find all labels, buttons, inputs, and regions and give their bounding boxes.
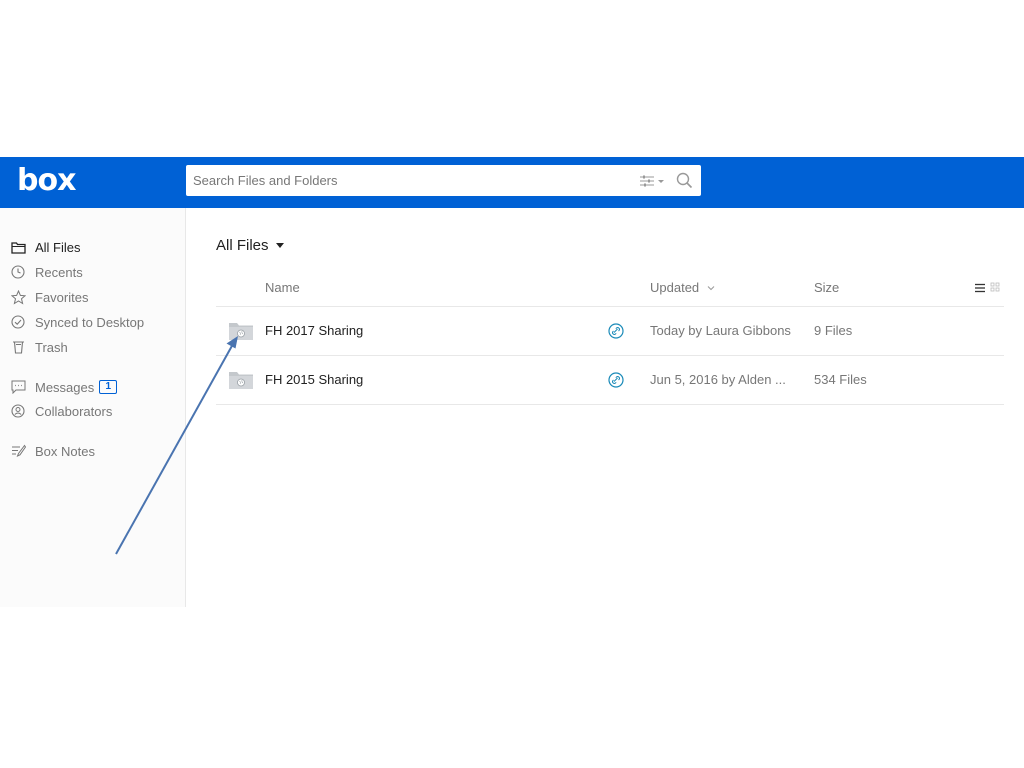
sidebar-item-box-notes[interactable]: Box Notes [10,441,95,461]
search-icon[interactable] [676,172,693,189]
shared-link-icon[interactable] [608,372,624,388]
file-name[interactable]: FH 2015 Sharing [265,372,363,387]
sort-chevron-down-icon [707,285,715,290]
column-header-name[interactable]: Name [265,280,300,295]
sidebar-item-label: Trash [35,339,68,355]
file-count: 9 Files [814,323,853,338]
messages-count-badge: 1 [99,380,118,394]
box-app: box All Files [0,157,1024,607]
speech-bubble-icon [10,379,26,395]
sidebar-item-synced-to-desktop[interactable]: Synced to Desktop [10,312,144,332]
file-row[interactable]: FH 2017 Sharing Today by Laura Gibbons 9… [216,307,1004,356]
star-icon [10,289,26,305]
search-box [186,165,701,196]
folder-icon [10,239,26,255]
column-header-updated[interactable]: Updated [650,280,715,295]
sidebar-item-label: Collaborators [35,403,113,419]
box-logo[interactable]: box [17,163,76,199]
file-name[interactable]: FH 2017 Sharing [265,323,363,338]
clock-icon [10,264,26,280]
file-count: 534 Files [814,372,867,387]
list-view-icon[interactable] [974,282,986,294]
filter-options-icon[interactable] [639,173,665,189]
sidebar-item-label: Box Notes [35,443,95,459]
grid-view-icon[interactable] [990,282,1000,292]
column-header-size[interactable]: Size [814,280,839,295]
sidebar-item-recents[interactable]: Recents [10,262,83,282]
updated-info: Jun 5, 2016 by Alden ... [650,372,786,387]
search-input[interactable] [186,165,633,196]
check-circle-icon [10,314,26,330]
person-icon [10,403,26,419]
trash-icon [10,339,26,355]
column-header-updated-label: Updated [650,280,700,295]
page-title: All Files [216,237,269,254]
top-bar: box [0,157,1024,208]
sidebar-item-label: Messages [35,379,95,395]
sidebar-item-label: Synced to Desktop [35,314,145,330]
sidebar-item-trash[interactable]: Trash [10,337,68,357]
notes-icon [10,443,26,459]
sidebar-item-label: Recents [35,264,83,280]
shared-folder-icon[interactable] [228,321,254,341]
shared-folder-icon[interactable] [228,370,254,390]
file-row[interactable]: FH 2015 Sharing Jun 5, 2016 by Alden ...… [216,356,1004,405]
file-list-panel: All Files Name Updated Size FH 2017 Shar… [186,208,1024,607]
sidebar-item-all-files[interactable]: All Files [10,237,81,257]
sidebar-item-favorites[interactable]: Favorites [10,287,88,307]
sidebar-item-label: Favorites [35,289,89,305]
caret-down-icon [275,243,284,248]
shared-link-icon[interactable] [608,323,624,339]
sidebar: All Files Recents Favorites Synced to De… [0,208,186,607]
all-files-dropdown[interactable]: All Files [216,237,284,254]
list-header: Name Updated Size [216,272,1004,307]
sidebar-item-messages[interactable]: Messages 1 [10,377,118,397]
sidebar-item-collaborators[interactable]: Collaborators [10,401,112,421]
updated-info: Today by Laura Gibbons [650,323,791,338]
sidebar-item-label: All Files [35,239,81,255]
